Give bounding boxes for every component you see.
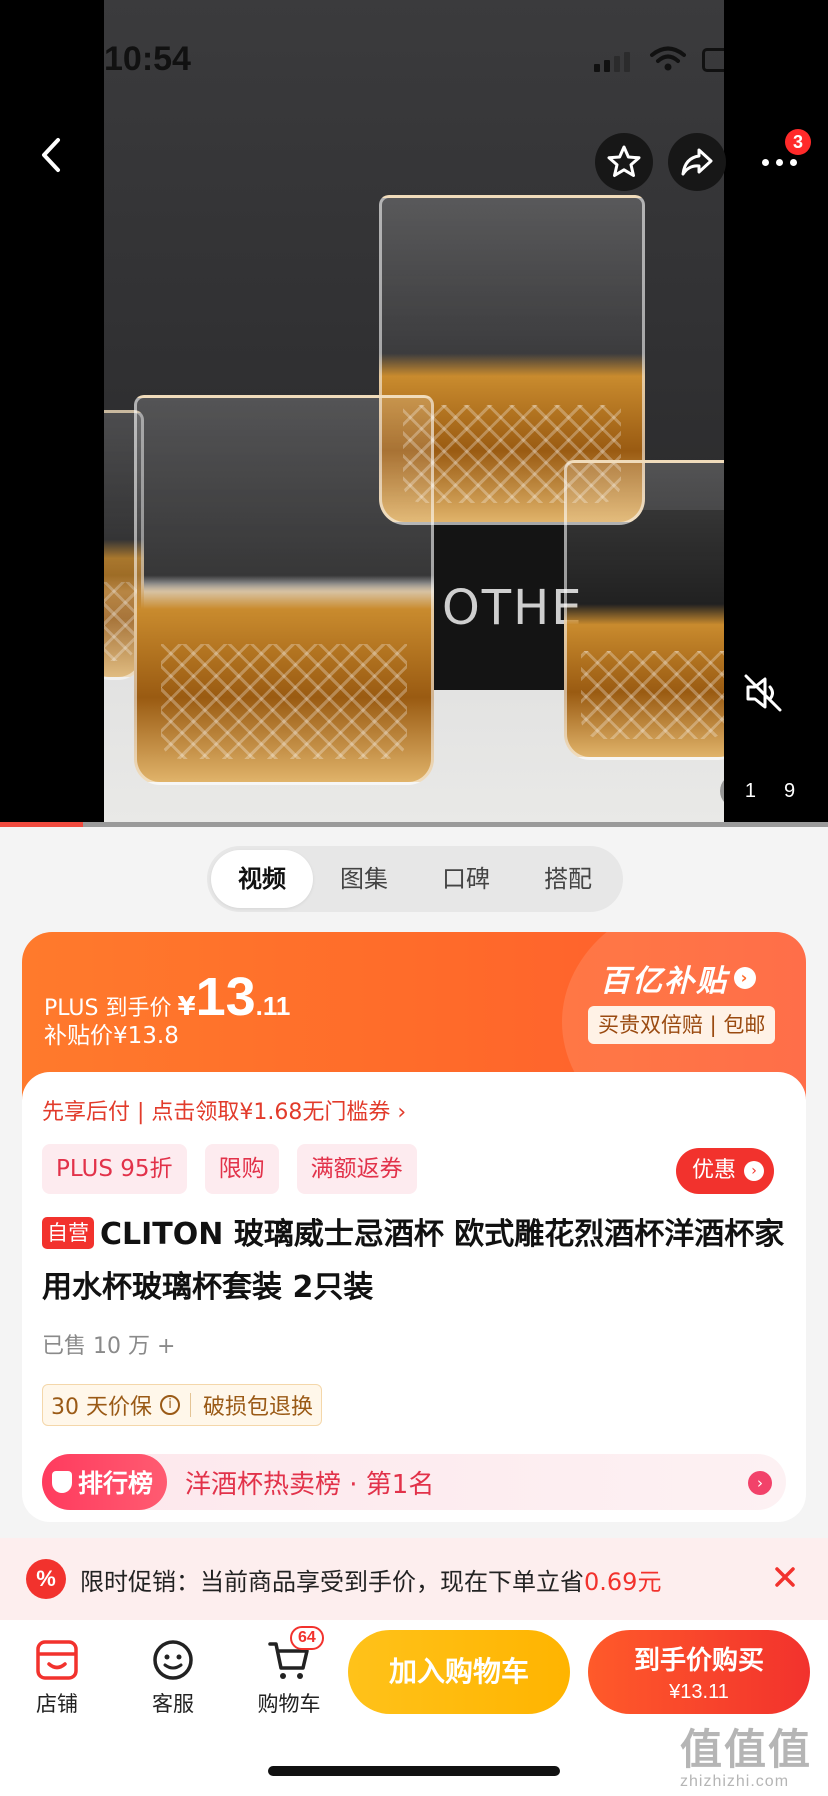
dot-icon xyxy=(789,158,797,166)
discount-button[interactable]: 优惠 › xyxy=(676,1148,775,1194)
divider xyxy=(190,1393,191,1417)
box-text: OTHE xyxy=(442,580,584,636)
home-indicator[interactable] xyxy=(268,1766,560,1776)
tab-combo[interactable]: 搭配 xyxy=(517,850,619,908)
damage-return: 破损包退换 xyxy=(203,1395,314,1420)
tab-gallery[interactable]: 图集 xyxy=(313,850,415,908)
price-integer: 13 xyxy=(195,967,256,1027)
info-icon: i xyxy=(160,1395,180,1415)
service-button[interactable]: 客服 xyxy=(128,1638,218,1718)
guarantee-pill: 买贵双倍赔 | 包邮 xyxy=(588,1006,776,1044)
chevron-right-icon: › xyxy=(734,967,756,989)
tag-limit: 限购 xyxy=(204,1144,279,1194)
chevron-right-icon: › xyxy=(748,1471,772,1495)
chevron-right-icon: › xyxy=(744,1161,765,1181)
signal-icon xyxy=(594,52,630,72)
tab-reviews[interactable]: 口碑 xyxy=(415,850,517,908)
service-icon xyxy=(153,1640,193,1680)
store-button[interactable]: 店铺 xyxy=(12,1638,102,1718)
product-photo[interactable]: OTHE xyxy=(104,0,724,822)
product-title: 自营 CLITON 玻璃威士忌酒杯 欧式雕花烈酒杯洋酒杯家用水杯玻璃杯套装 2只装 xyxy=(42,1208,792,1314)
product-media[interactable]: OTHE 10:54 3 1 9 xyxy=(0,0,828,822)
buy-now-price: ¥13.11 xyxy=(669,1681,729,1703)
percent-icon: % xyxy=(26,1559,66,1599)
battery-icon xyxy=(702,48,724,72)
product-page: OTHE 10:54 3 1 9 视频 图集 口碑 搭配 PLUS 到手价 ¥ … xyxy=(0,0,828,1796)
store-label: 店铺 xyxy=(36,1692,78,1716)
sold-count: 已售 10 万 + xyxy=(42,1334,176,1359)
price-protect: 30 天价保 xyxy=(51,1395,152,1420)
promo-text-prefix: 限时促销：当前商品享受到手价，现在下单立省 xyxy=(80,1567,584,1596)
tag-coupon-return: 满额返券 xyxy=(296,1144,417,1194)
subsidy-brand-label: 百亿补贴 xyxy=(600,964,728,999)
favorite-button[interactable] xyxy=(595,133,653,191)
service-label: 客服 xyxy=(152,1692,194,1716)
ranking-badge: 排行榜 xyxy=(42,1454,168,1510)
subsidy-price: 补贴价¥13.8 xyxy=(44,1023,179,1049)
mute-icon[interactable] xyxy=(740,670,786,716)
notification-badge: 3 xyxy=(785,129,811,155)
glass-image xyxy=(134,395,434,785)
ranking-banner[interactable]: 排行榜 洋酒杯热卖榜 · 第1名 › xyxy=(42,1454,786,1510)
currency-symbol: ¥ xyxy=(177,992,196,1022)
watermark-text: 值值值 xyxy=(680,1726,813,1773)
discount-button-label: 优惠 xyxy=(692,1158,737,1183)
dot-icon xyxy=(761,158,769,166)
share-icon xyxy=(681,148,713,176)
video-progress-fill xyxy=(0,822,83,827)
star-icon xyxy=(607,145,641,177)
media-tabs: 视频 图集 口碑 搭配 xyxy=(207,846,623,912)
pager-total: 9 xyxy=(784,779,796,802)
glass-image xyxy=(564,460,724,760)
share-button[interactable] xyxy=(668,133,726,191)
tab-video[interactable]: 视频 xyxy=(211,850,313,908)
trophy-icon xyxy=(52,1471,72,1493)
promo-text: 限时促销：当前商品享受到手价，现在下单立省0.69元 xyxy=(80,1562,661,1597)
service-guarantees[interactable]: 30 天价保 i 破损包退换 xyxy=(42,1384,323,1426)
cart-count-badge: 64 xyxy=(290,1626,324,1650)
status-time: 10:54 xyxy=(104,40,191,78)
store-icon xyxy=(36,1640,78,1680)
ranking-text: 洋酒杯热卖榜 · 第1名 xyxy=(185,1469,435,1500)
back-icon[interactable] xyxy=(30,132,76,178)
price-decimal: .11 xyxy=(255,991,291,1021)
watermark-logo: 值值值 zhizhizhi.com xyxy=(680,1716,812,1791)
dot-icon xyxy=(775,158,783,166)
cart-button[interactable]: 购物车 xyxy=(244,1638,334,1718)
ranking-badge-label: 排行榜 xyxy=(78,1469,154,1498)
wifi-icon xyxy=(650,46,686,71)
product-title-text: CLITON 玻璃威士忌酒杯 欧式雕花烈酒杯洋酒杯家用水杯玻璃杯套装 2只装 xyxy=(42,1217,785,1305)
cart-label: 购物车 xyxy=(257,1692,321,1716)
promo-savings: 0.69元 xyxy=(584,1567,662,1596)
buy-now-label: 到手价购买 xyxy=(633,1646,764,1676)
product-info-card: 先享后付 | 点击领取¥1.68无门槛券 › PLUS 95折 限购 满额返券 … xyxy=(22,1072,806,1522)
promo-tags: PLUS 95折 限购 满额返券 xyxy=(42,1144,417,1194)
pager-current: 1 xyxy=(744,779,756,802)
pay-later-coupon[interactable]: 先享后付 | 点击领取¥1.68无门槛券 › xyxy=(42,1094,406,1126)
limited-promo-strip: % 限时促销：当前商品享受到手价，现在下单立省0.69元 xyxy=(0,1538,828,1620)
self-operated-badge: 自营 xyxy=(42,1217,94,1249)
image-pager: 1 9 xyxy=(720,774,820,808)
add-to-cart-button[interactable]: 加入购物车 xyxy=(348,1630,570,1714)
close-icon[interactable] xyxy=(768,1560,802,1594)
buy-now-button[interactable]: 到手价购买 ¥13.11 xyxy=(588,1630,810,1714)
video-progress-bar[interactable] xyxy=(0,822,828,827)
watermark-domain: zhizhizhi.com xyxy=(680,1773,790,1790)
subsidy-brand[interactable]: 百亿补贴 › xyxy=(600,956,756,1000)
tag-plus-discount: PLUS 95折 xyxy=(42,1144,187,1194)
